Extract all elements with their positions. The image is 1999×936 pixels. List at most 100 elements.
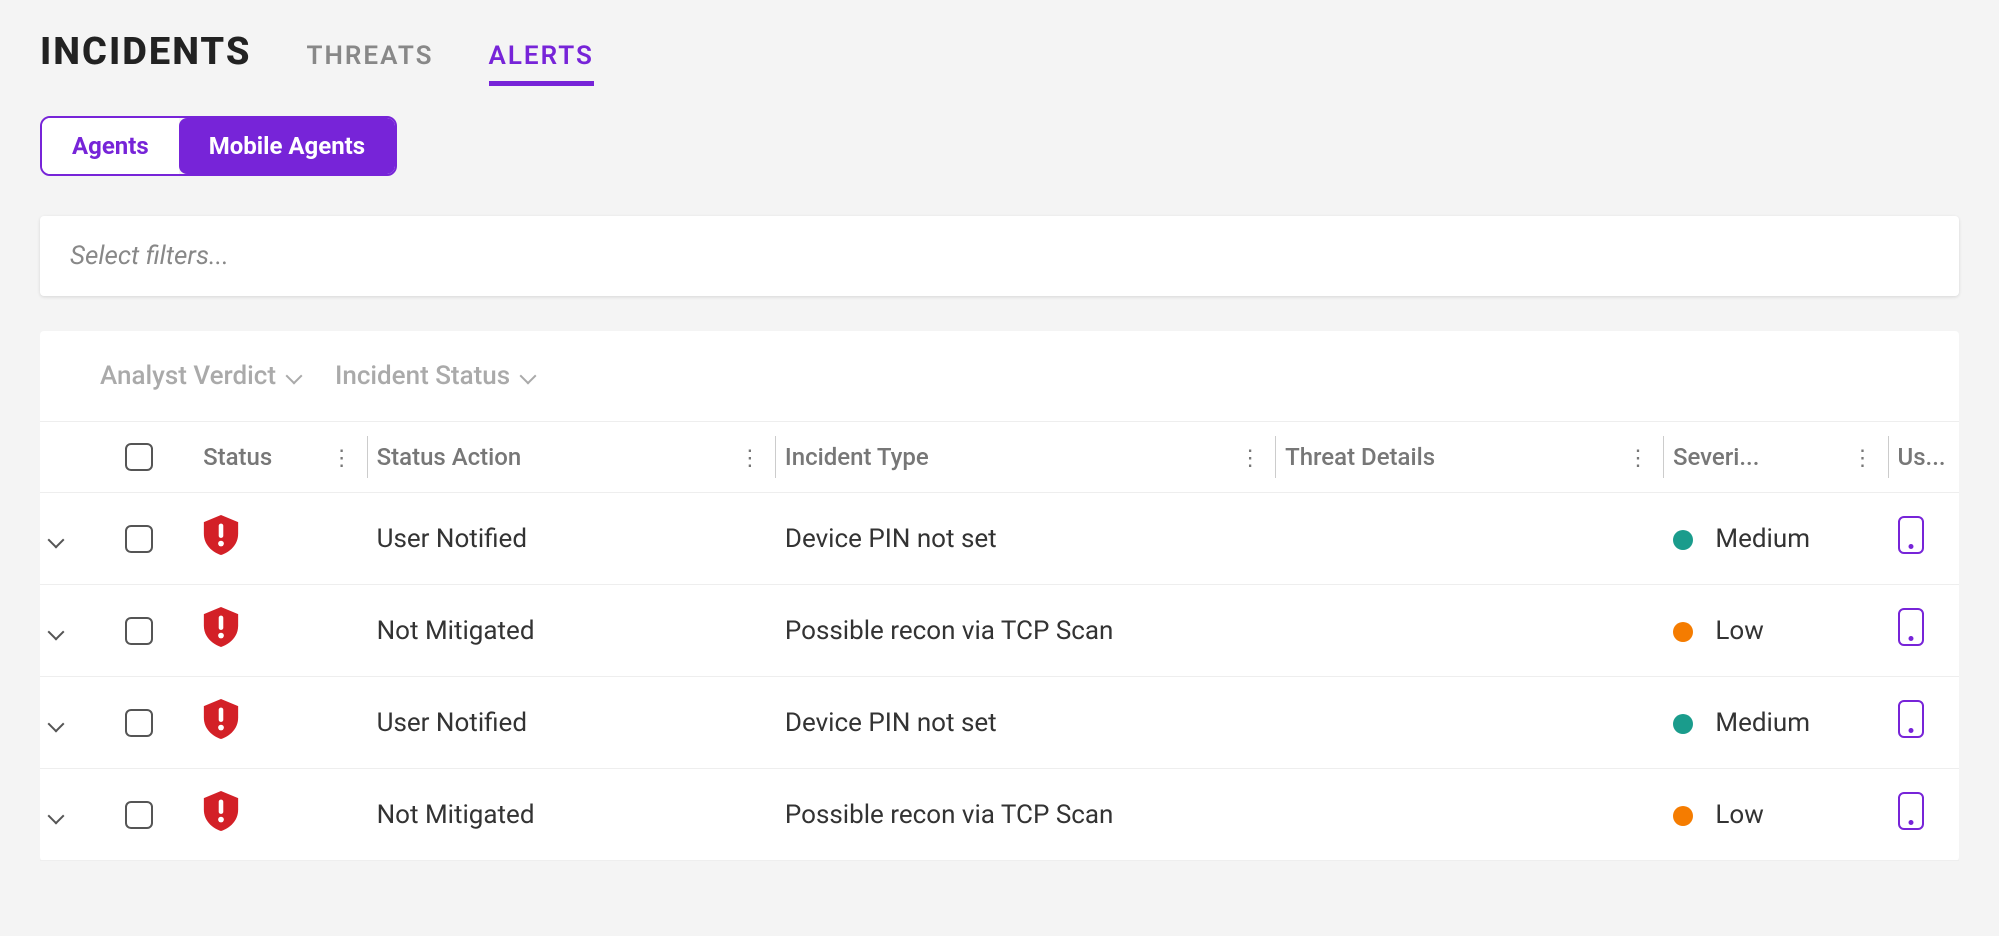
incident-type-cell: Device PIN not set [775, 493, 1275, 585]
agent-segmented: Agents Mobile Agents [40, 116, 397, 176]
threat-details-cell [1275, 493, 1663, 585]
mobile-device-icon [1898, 700, 1924, 738]
shield-alert-icon [203, 791, 239, 831]
chevron-down-icon [48, 531, 65, 548]
kebab-icon[interactable] [331, 443, 353, 471]
header-status-action-label: Status Action [377, 443, 522, 471]
mobile-device-icon [1898, 792, 1924, 830]
segment-mobile-agents[interactable]: Mobile Agents [179, 118, 395, 174]
user-cell [1888, 493, 1960, 585]
user-cell [1888, 677, 1960, 769]
row-checkbox[interactable] [125, 617, 153, 645]
kebab-icon[interactable] [1627, 443, 1649, 471]
severity-label: Medium [1715, 524, 1810, 554]
segment-agents[interactable]: Agents [42, 118, 179, 174]
incident-type-cell: Device PIN not set [775, 677, 1275, 769]
severity-label: Low [1715, 800, 1763, 830]
header-incident-type[interactable]: Incident Type [775, 422, 1275, 493]
shield-alert-icon [203, 607, 239, 647]
chevron-down-icon [48, 623, 65, 640]
status-action-cell: Not Mitigated [367, 769, 775, 861]
checkbox-cell [111, 585, 193, 677]
table-row: User Notified Device PIN not set Medium [40, 677, 1959, 769]
status-cell [193, 769, 367, 861]
expand-cell[interactable] [40, 769, 111, 861]
severity-cell: Low [1663, 769, 1888, 861]
checkbox-cell [111, 677, 193, 769]
checkbox-cell [111, 769, 193, 861]
kebab-icon[interactable] [739, 443, 761, 471]
shield-alert-icon [203, 699, 239, 739]
severity-label: Low [1715, 616, 1763, 646]
threat-details-cell [1275, 769, 1663, 861]
incident-status-dropdown[interactable]: Incident Status [335, 361, 534, 391]
column-separator [775, 436, 776, 478]
threat-details-cell [1275, 677, 1663, 769]
header-status[interactable]: Status [193, 422, 367, 493]
user-cell [1888, 585, 1960, 677]
header-threat-details-label: Threat Details [1285, 443, 1435, 471]
column-separator [1888, 436, 1889, 478]
row-checkbox[interactable] [125, 525, 153, 553]
header-status-label: Status [203, 443, 272, 471]
table-row: User Notified Device PIN not set Medium [40, 493, 1959, 585]
tab-alerts[interactable]: ALERTS [489, 41, 594, 86]
severity-cell: Medium [1663, 677, 1888, 769]
header-severity[interactable]: Severi... [1663, 422, 1888, 493]
chevron-down-icon [48, 807, 65, 824]
kebab-icon[interactable] [1239, 443, 1261, 471]
page-title: INCIDENTS [40, 30, 252, 74]
analyst-verdict-dropdown[interactable]: Analyst Verdict [100, 361, 300, 391]
table-row: Not Mitigated Possible recon via TCP Sca… [40, 585, 1959, 677]
table-header-row: Status Status Action Incident Type [40, 422, 1959, 493]
analyst-verdict-label: Analyst Verdict [100, 361, 276, 391]
header-checkbox [111, 422, 193, 493]
status-cell [193, 493, 367, 585]
chevron-down-icon [520, 368, 537, 385]
chevron-down-icon [285, 368, 302, 385]
severity-dot-icon [1673, 806, 1693, 826]
row-checkbox[interactable] [125, 801, 153, 829]
status-cell [193, 677, 367, 769]
incident-type-cell: Possible recon via TCP Scan [775, 585, 1275, 677]
header-severity-label: Severi... [1673, 443, 1759, 471]
severity-label: Medium [1715, 708, 1810, 738]
status-action-cell: Not Mitigated [367, 585, 775, 677]
mobile-device-icon [1898, 516, 1924, 554]
chevron-down-icon [48, 715, 65, 732]
top-tabs: INCIDENTS THREATS ALERTS [40, 30, 1959, 86]
status-action-cell: User Notified [367, 677, 775, 769]
row-checkbox[interactable] [125, 709, 153, 737]
select-all-checkbox[interactable] [125, 443, 153, 471]
header-user[interactable]: Us... [1888, 422, 1960, 493]
severity-cell: Medium [1663, 493, 1888, 585]
severity-dot-icon [1673, 714, 1693, 734]
alerts-table: Status Status Action Incident Type [40, 421, 1959, 861]
expand-cell[interactable] [40, 585, 111, 677]
user-cell [1888, 769, 1960, 861]
alerts-table-card: Analyst Verdict Incident Status [40, 331, 1959, 861]
table-row: Not Mitigated Possible recon via TCP Sca… [40, 769, 1959, 861]
shield-alert-icon [203, 515, 239, 555]
header-user-label: Us... [1898, 443, 1946, 471]
header-threat-details[interactable]: Threat Details [1275, 422, 1663, 493]
tab-threats[interactable]: THREATS [307, 41, 434, 81]
header-status-action[interactable]: Status Action [367, 422, 775, 493]
severity-dot-icon [1673, 622, 1693, 642]
column-separator [1663, 436, 1664, 478]
incident-status-label: Incident Status [335, 361, 510, 391]
header-expand [40, 422, 111, 493]
incident-type-cell: Possible recon via TCP Scan [775, 769, 1275, 861]
expand-cell[interactable] [40, 493, 111, 585]
severity-dot-icon [1673, 530, 1693, 550]
checkbox-cell [111, 493, 193, 585]
header-incident-type-label: Incident Type [785, 443, 929, 471]
kebab-icon[interactable] [1852, 443, 1874, 471]
mobile-device-icon [1898, 608, 1924, 646]
filter-input[interactable]: Select filters... [40, 216, 1959, 296]
threat-details-cell [1275, 585, 1663, 677]
severity-cell: Low [1663, 585, 1888, 677]
bulk-action-row: Analyst Verdict Incident Status [40, 331, 1959, 421]
column-separator [367, 436, 368, 478]
expand-cell[interactable] [40, 677, 111, 769]
